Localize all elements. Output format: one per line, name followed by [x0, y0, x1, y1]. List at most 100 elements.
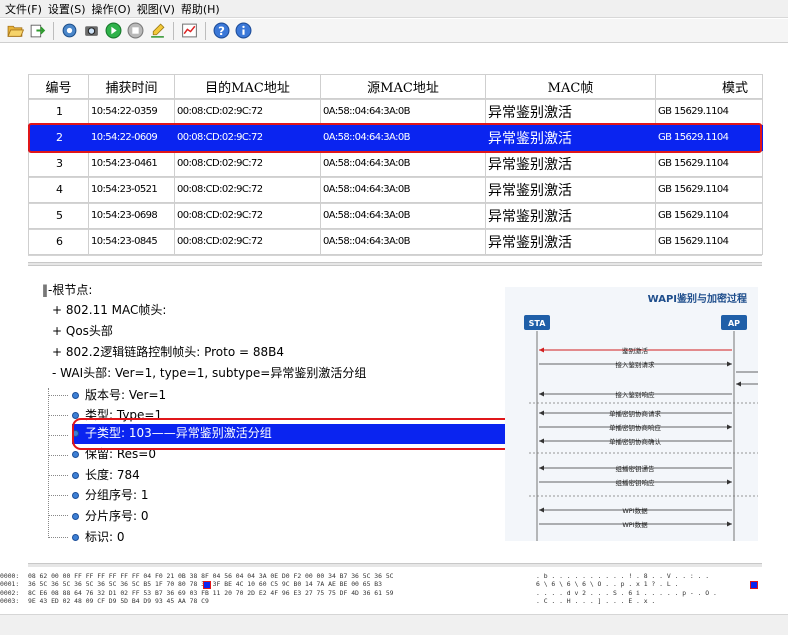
tree-field-reserved[interactable]: 保留: Res=0	[72, 445, 156, 463]
field-label: 子类型: 103——异常鉴别激活分组	[85, 426, 272, 440]
cell-src-mac: 0A:58::04:64:3A:0B	[320, 124, 486, 151]
field-bullet-icon	[72, 472, 79, 479]
clear-icon[interactable]	[148, 21, 167, 40]
field-bullet-icon	[72, 412, 79, 419]
arrowhead	[736, 381, 741, 387]
field-bullet-icon	[72, 451, 79, 458]
field-bullet-icon	[72, 513, 79, 520]
hex-ascii-line[interactable]: . . . . d v 2 . . . S . 6 i . . . . . p …	[536, 589, 758, 597]
arrowhead	[539, 410, 544, 416]
table-row-selected[interactable]: 2 10:54:22-0609 00:08:CD:02:9C:72 0A:58:…	[28, 124, 763, 151]
message-label: 组播密钥通告	[616, 464, 656, 473]
tree-node-wai-header[interactable]: - WAI头部: Ver=1, type=1, subtype=异常鉴别激活分组	[52, 364, 366, 382]
column-header-mac-frame[interactable]: MAC帧	[485, 74, 656, 99]
tree-field-sequence[interactable]: 分组序号: 1	[72, 486, 149, 504]
table-row[interactable]: 5 10:54:23-0698 00:08:CD:02:9C:72 0A:58:…	[28, 202, 763, 229]
hex-offset: 0000:	[0, 572, 20, 580]
ap-label: AP	[728, 319, 740, 328]
cell-mac-frame: 异常鉴别激活	[485, 202, 656, 229]
field-bullet-icon	[72, 534, 79, 541]
column-header-capture-time[interactable]: 捕获时间	[88, 74, 175, 99]
menu-settings[interactable]: 设置(S)	[45, 1, 89, 17]
wapi-sequence-diagram: WAPI鉴别与加密过程 STA AP 鉴别激活 接入鉴别请求 接入鉴别响应 单播…	[524, 292, 758, 541]
chart-icon[interactable]	[180, 21, 199, 40]
field-label: 长度: 784	[85, 468, 140, 482]
menu-operate[interactable]: 操作(O)	[89, 1, 134, 17]
tree-field-fragment[interactable]: 分片序号: 0	[72, 507, 149, 525]
tree-guide-line	[48, 495, 68, 496]
field-bullet-icon	[72, 430, 79, 437]
hex-ascii-line[interactable]: . b . . . . . . . . . . ! . 8 . . V . . …	[536, 572, 758, 580]
start-icon[interactable]	[104, 21, 123, 40]
folder-open-icon[interactable]	[6, 21, 25, 40]
table-row[interactable]: 1 10:54:22-0359 00:08:CD:02:9C:72 0A:58:…	[28, 98, 763, 125]
menu-file[interactable]: 文件(F)	[2, 1, 45, 17]
help-icon[interactable]: ?	[212, 21, 231, 40]
menu-help[interactable]: 帮助(H)	[178, 1, 223, 17]
tree-root[interactable]: ‖-根节点:	[42, 281, 92, 299]
hex-ascii-line[interactable]: . C . . H . . . ] . . . E . x .	[536, 597, 758, 605]
cell-mode: GB 15629.1104	[655, 98, 763, 125]
arrowhead	[539, 465, 544, 471]
message-label: 单播密钥协商响应	[609, 423, 662, 432]
hex-bytes-line[interactable]: 9E 43 ED 02 48 09 CF D9 5D B4 D9 93 45 A…	[28, 597, 533, 605]
message-label: WPI数据	[622, 506, 648, 515]
tree-node-qos[interactable]: + Qos头部	[52, 322, 113, 340]
field-bullet-icon	[72, 492, 79, 499]
field-label: 保留: Res=0	[85, 447, 156, 461]
toolbar-separator	[53, 21, 54, 40]
hex-ascii-line[interactable]: 6 \ 6 \ 6 \ 6 \ O . . p . x 1 ? . L .	[536, 580, 758, 588]
cell-capture-time: 10:54:23-0521	[88, 176, 175, 203]
hex-bytes-line[interactable]: 8C E6 08 88 64 76 32 D1 02 FF 53 B7 36 6…	[28, 589, 533, 597]
arrowhead	[539, 438, 544, 444]
field-label: 版本号: Ver=1	[85, 388, 167, 402]
tree-node-llc[interactable]: + 802.2逻辑链路控制帧头: Proto = 88B4	[52, 343, 284, 361]
stop-icon[interactable]	[126, 21, 145, 40]
sta-label: STA	[529, 319, 547, 328]
table-row[interactable]: 4 10:54:23-0521 00:08:CD:02:9C:72 0A:58:…	[28, 176, 763, 203]
table-row[interactable]: 3 10:54:23-0461 00:08:CD:02:9C:72 0A:58:…	[28, 150, 763, 177]
message-label: 组播密钥响应	[616, 478, 656, 487]
tree-node-mac-header[interactable]: + 802.11 MAC帧头:	[52, 301, 166, 319]
arrowhead	[727, 424, 732, 430]
hex-bytes-line[interactable]: 36 5C 36 5C 36 5C 36 5C 36 5C B5 1F 70 8…	[28, 580, 533, 588]
tree-guide-line	[48, 435, 68, 436]
cell-mac-frame: 异常鉴别激活	[485, 176, 656, 203]
cell-dst-mac: 00:08:CD:02:9C:72	[174, 124, 321, 151]
table-row[interactable]: 6 10:54:23-0845 00:08:CD:02:9C:72 0A:58:…	[28, 228, 763, 255]
tree-field-length[interactable]: 长度: 784	[72, 466, 140, 484]
column-header-src-mac[interactable]: 源MAC地址	[320, 74, 486, 99]
cell-capture-time: 10:54:23-0461	[88, 150, 175, 177]
message-label: 鉴别激活	[622, 346, 649, 355]
cell-src-mac: 0A:58::04:64:3A:0B	[320, 98, 486, 125]
cell-dst-mac: 00:08:CD:02:9C:72	[174, 202, 321, 229]
pane-splitter[interactable]	[28, 262, 762, 266]
menu-view[interactable]: 视图(V)	[134, 1, 178, 17]
column-header-number[interactable]: 编号	[28, 74, 89, 99]
column-header-mode[interactable]: 模式	[655, 74, 763, 99]
tree-field-version[interactable]: 版本号: Ver=1	[72, 386, 166, 404]
field-label: 分组序号: 1	[85, 488, 149, 502]
toolbar-separator	[173, 21, 174, 40]
import-icon[interactable]	[28, 21, 47, 40]
cell-mode: GB 15629.1104	[655, 150, 763, 177]
tree-field-type[interactable]: 类型: Type=1	[72, 406, 162, 424]
tree-field-subtype-selected[interactable]: 子类型: 103——异常鉴别激活分组	[72, 424, 512, 444]
message-label: 单播密钥协商确认	[609, 437, 662, 446]
field-label: 标识: 0	[85, 530, 125, 544]
capture-icon[interactable]	[82, 21, 101, 40]
tree-guide-line	[48, 455, 68, 456]
toolbar: ?	[0, 19, 788, 43]
hex-offset: 0003:	[0, 597, 20, 606]
cell-capture-time: 10:54:23-0845	[88, 228, 175, 255]
info-icon[interactable]	[234, 21, 253, 40]
tree-guide-line	[48, 515, 68, 516]
column-header-dst-mac[interactable]: 目的MAC地址	[174, 74, 321, 99]
cell-mac-frame: 异常鉴别激活	[485, 150, 656, 177]
hex-offset: 0001:	[0, 580, 20, 589]
hex-bytes-line[interactable]: 08 62 00 00 FF FF FF FF FF FF 04 F0 21 0…	[28, 572, 533, 580]
ascii-selected-char	[750, 580, 758, 589]
tree-field-flag[interactable]: 标识: 0	[72, 528, 125, 546]
filter-icon[interactable]	[60, 21, 79, 40]
hex-pane-splitter[interactable]	[28, 563, 762, 567]
